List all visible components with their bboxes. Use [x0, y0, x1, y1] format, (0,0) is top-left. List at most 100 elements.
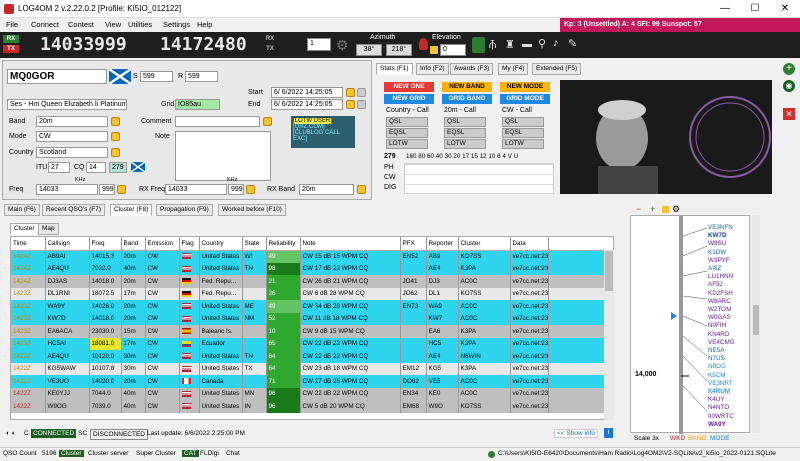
bandmap-spot[interactable]: VE3NRT	[708, 380, 733, 387]
band-lock-icon[interactable]	[111, 117, 120, 126]
bandmap-spot[interactable]: WA9Y	[708, 421, 726, 428]
menu-settings[interactable]: Settings	[163, 20, 190, 29]
name-input[interactable]: Ses - Hm Queen Elizabeth Ii Platinum Jub…	[7, 99, 127, 110]
tab-extended[interactable]: Extended (F5)	[532, 63, 582, 75]
elevation-value[interactable]: 0	[440, 44, 466, 56]
band-select[interactable]: 20m	[36, 116, 108, 127]
bandmap-spot[interactable]: N7US	[708, 355, 725, 362]
zoom-in-icon[interactable]: +	[650, 204, 655, 214]
comment-input[interactable]	[175, 116, 260, 127]
callsign-input[interactable]: MQ0GOR	[7, 69, 107, 84]
table-row[interactable]: 1423Z WA9Y 14026.0 20m CW United States ME 49 CW…	[11, 300, 613, 313]
freq-lock-icon[interactable]	[117, 185, 126, 194]
table-row[interactable]: 1423Z EA6ACA 23030.0 15m CW Balearic Is. 10 CW …	[11, 325, 613, 338]
tab-recent-qsos[interactable]: Recent QSO's (F7)	[42, 204, 106, 216]
table-row[interactable]: 1422Z VE3UO 14020.0 20m CW Canada 71 CW 27 dB 2…	[11, 375, 613, 388]
bandmap-spot[interactable]: N0FIH	[708, 322, 726, 329]
end-datetime[interactable]: 6/ 6/2022 14:25:05	[271, 99, 343, 110]
bandmap-spot[interactable]: KD2FSH	[708, 290, 733, 297]
rx-band-select[interactable]: 20m	[299, 184, 354, 195]
col-flag[interactable]: Flag	[179, 237, 200, 251]
maximize-button[interactable]: ☐	[740, 0, 770, 18]
note-input[interactable]	[175, 131, 271, 181]
grid-input[interactable]: IO85au	[175, 99, 220, 110]
mode-lock-icon[interactable]	[111, 132, 120, 141]
step-select[interactable]: 1	[307, 38, 331, 51]
start-datetime[interactable]: 6/ 6/2022 14:25:05	[271, 87, 343, 98]
lock-icon[interactable]	[430, 46, 438, 54]
bandmap-spot[interactable]: KN4RD	[708, 331, 729, 338]
bandmap-settings-icon[interactable]: ⚙	[672, 204, 680, 215]
settings-gear-icon[interactable]: ⚙	[336, 37, 349, 54]
info-icon[interactable]: i	[604, 428, 613, 438]
pencil-icon[interactable]: ✎	[568, 37, 577, 50]
menu-connect[interactable]: Connect	[31, 20, 59, 29]
tab-main[interactable]: Main (F6)	[4, 204, 40, 216]
tab-awards[interactable]: Awards (F3)	[450, 63, 494, 75]
col-reporter[interactable]: Reporter	[426, 237, 459, 251]
col-note[interactable]: Note	[300, 237, 401, 251]
bandmap-spot[interactable]: AI8Z	[708, 265, 721, 272]
menu-help[interactable]: Help	[197, 20, 212, 29]
show-info-button[interactable]: << Show info	[554, 429, 598, 438]
col-emission[interactable]: Emission	[145, 237, 180, 251]
end-lock-icon[interactable]	[346, 100, 355, 109]
bandmap-spot[interactable]: VE3NFN	[708, 224, 733, 231]
bandmap-spot[interactable]: K4UY	[708, 396, 724, 403]
grid-mode-button[interactable]: GRID MODE	[500, 94, 550, 104]
tab-propagation[interactable]: Propagation (F9)	[156, 204, 213, 216]
bandmap-spot[interactable]: W2TOM	[708, 306, 731, 313]
bandmap-spot[interactable]: W8SU	[708, 240, 726, 247]
start-reset-icon[interactable]	[357, 88, 366, 97]
new-grid-button[interactable]: NEW GRID	[384, 94, 434, 104]
col-band[interactable]: Band	[121, 237, 146, 251]
comment-lock-icon[interactable]	[263, 117, 272, 126]
cluster-server-label[interactable]: Cluster server	[88, 450, 128, 457]
radio-icon[interactable]: ▬	[522, 39, 532, 50]
cluster-status-badge[interactable]: Cluster	[59, 450, 84, 457]
tab-info[interactable]: Info (F2)	[416, 63, 449, 75]
col-state[interactable]: State	[242, 237, 267, 251]
country-lock-icon[interactable]	[111, 148, 120, 157]
bandmap-spot[interactable]: N8OG	[708, 363, 726, 370]
cat-badge[interactable]: CAT	[182, 450, 199, 457]
super-cluster-label[interactable]: Super Cluster	[136, 450, 176, 457]
connected-badge[interactable]: CONNECTED	[31, 429, 77, 438]
itu-select[interactable]: 27	[48, 162, 70, 173]
rst-received-select[interactable]: 599	[185, 71, 218, 82]
chat-label[interactable]: Chat	[226, 450, 240, 457]
bandmap-spot[interactable]: W0GAS	[708, 314, 731, 321]
fldigi-label[interactable]: FLDigi	[200, 450, 219, 457]
bandmap-spot[interactable]: W8ARC	[708, 298, 731, 305]
bandmap-spot[interactable]: KW7D	[708, 232, 727, 239]
col-freq[interactable]: Freq	[89, 237, 122, 251]
tab-stats[interactable]: Stats (F1)	[376, 63, 413, 75]
grid-band-button[interactable]: GRID BAND	[442, 94, 492, 104]
bandmap-lock-icon[interactable]	[662, 206, 669, 213]
bandmap-spot[interactable]: II0WRTC	[708, 413, 734, 420]
antenna2-icon[interactable]: ⚲	[538, 37, 546, 50]
freq-input[interactable]: 14033	[36, 184, 98, 195]
bandmap-spot[interactable]: K1DW	[708, 249, 726, 256]
bandmap-scrollbar[interactable]	[752, 215, 760, 433]
col-time[interactable]: Time	[11, 237, 46, 251]
rotator-icon[interactable]	[419, 38, 428, 50]
new-band-button[interactable]: NEW BAND	[442, 82, 492, 92]
table-row[interactable]: 1423Z HC5AI 18081.0 17m CW Ecuador 65 CW 22 dB …	[11, 337, 613, 350]
subtab-cluster[interactable]: Cluster	[10, 223, 39, 235]
cq-select[interactable]: 14	[86, 162, 106, 173]
rx-freq-lock-icon[interactable]	[246, 185, 255, 194]
tab-cluster[interactable]: Cluster (F8)	[110, 204, 153, 216]
rx-band-lock-icon[interactable]	[357, 185, 366, 194]
table-scrollbar[interactable]	[604, 250, 614, 420]
table-row[interactable]: 1424Z DJ3AS 14018.0 20m CW Fed. Repu... 21 CW 2…	[11, 275, 613, 288]
table-row[interactable]: 1422Z KE0YJJ 7044.0 40m CW United States MN 96 C…	[11, 387, 613, 400]
table-row[interactable]: 1423Z DL1RNI 18072.5 17m CW Fed. Repu... 26 CW …	[11, 287, 613, 300]
col-pfx[interactable]: PFX	[400, 237, 427, 251]
bandmap-spot[interactable]: AF5J	[708, 281, 723, 288]
zoom-out-icon[interactable]: −	[636, 204, 641, 214]
subtab-map[interactable]: Map	[38, 223, 59, 235]
col-cluster[interactable]: Cluster	[458, 237, 511, 251]
menu-view[interactable]: View	[105, 20, 121, 29]
menu-contest[interactable]: Contest	[68, 20, 94, 29]
